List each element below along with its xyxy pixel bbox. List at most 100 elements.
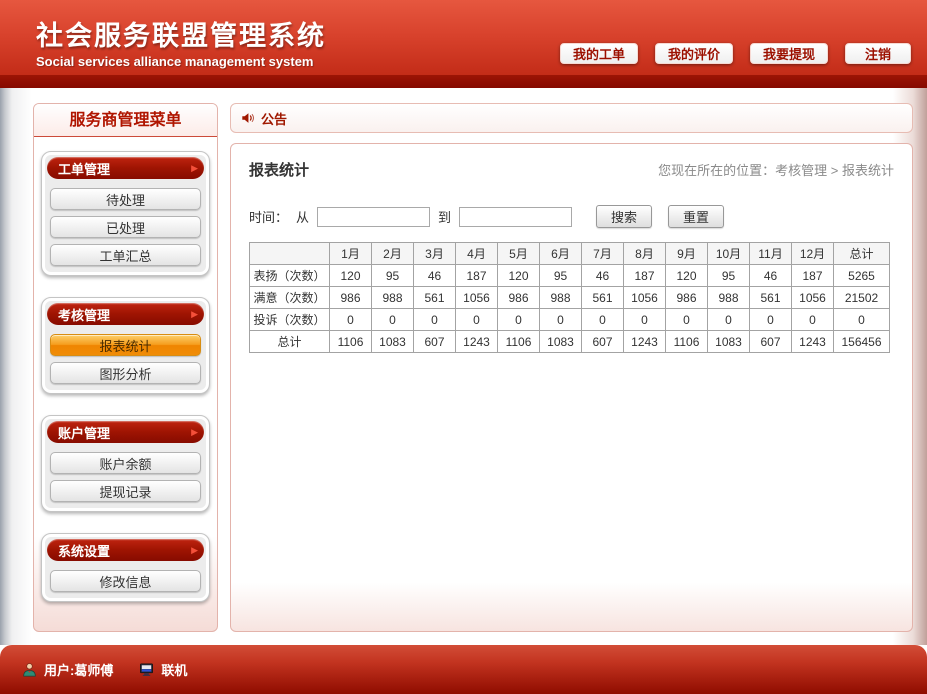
date-to-input[interactable] [459,207,572,227]
table-cell: 1106 [666,331,708,353]
table-header-cell: 5月 [498,243,540,265]
chevron-right-icon: ▶ [191,309,198,320]
table-cell: 1056 [456,287,498,309]
table-cell: 0 [456,309,498,331]
stats-table: 1月2月3月4月5月6月7月8月9月10月11月12月总计 表扬（次数）1209… [249,242,890,353]
sidebar-item[interactable]: 修改信息 [50,570,201,592]
date-from-input[interactable] [317,207,430,227]
table-header-cell: 2月 [372,243,414,265]
table-cell: 0 [834,309,890,331]
table-row-label: 满意（次数） [250,287,330,309]
header: 社会服务联盟管理系统 Social services alliance mana… [0,0,927,75]
table-cell: 156456 [834,331,890,353]
table-row-label: 投诉（次数） [250,309,330,331]
table-cell: 187 [456,265,498,287]
header-button[interactable]: 我要提现 [750,43,828,64]
table-header-cell: 8月 [624,243,666,265]
table-cell: 1083 [540,331,582,353]
sidebar-section-items: 账户余额提现记录 [47,443,204,506]
table-cell: 0 [372,309,414,331]
table-cell: 607 [750,331,792,353]
to-label: 到 [438,207,451,226]
table-cell: 0 [666,309,708,331]
notice-bar[interactable]: 公告 [230,103,913,133]
search-button[interactable]: 搜索 [596,205,652,228]
footer-online-label: 联机 [161,660,187,679]
table-cell: 986 [330,287,372,309]
table-cell: 0 [624,309,666,331]
table-cell: 0 [330,309,372,331]
table-body: 表扬（次数）1209546187120954618712095461875265… [250,265,890,353]
table-cell: 1056 [792,287,834,309]
table-cell: 607 [582,331,624,353]
sidebar-item[interactable]: 账户余额 [50,452,201,474]
sidebar-section-title: 账户管理 [58,423,110,442]
table-cell: 46 [414,265,456,287]
table-cell: 120 [330,265,372,287]
table-header-cell [250,243,330,265]
table-cell: 988 [372,287,414,309]
table-cell: 95 [708,265,750,287]
table-cell: 607 [414,331,456,353]
table-header-cell: 12月 [792,243,834,265]
sidebar-section-header[interactable]: 考核管理▶ [47,303,204,325]
table-cell: 1083 [372,331,414,353]
filter-row: 时间： 从 到 搜索 重置 [249,205,894,228]
footer-user: 用户:葛师傅 [22,660,113,679]
sidebar-section: 系统设置▶ 修改信息 [41,533,210,602]
sidebar-sections: 工单管理▶待处理已处理工单汇总考核管理▶报表统计图形分析账户管理▶账户余额提现记… [34,137,217,602]
sidebar: 服务商管理菜单 工单管理 ▶ 待处理已处理工单汇总考核管理▶ 报表统计图形分析账户管理… [33,103,218,632]
table-cell: 561 [750,287,792,309]
sidebar-section-header[interactable]: 工单管理 ▶ [47,157,204,179]
reset-button[interactable]: 重置 [668,205,724,228]
sidebar-item[interactable]: 报表统计 [50,334,201,356]
sidebar-section-title: 工单管理 [58,159,110,178]
table-cell: 561 [414,287,456,309]
chevron-right-icon: ▶ [191,163,198,174]
table-cell: 986 [498,287,540,309]
sidebar-item[interactable]: 待处理 [50,188,201,210]
speaker-icon [241,111,255,125]
table-cell: 1243 [792,331,834,353]
sidebar-section-items: 待处理已处理工单汇总 [47,179,204,270]
table-cell: 1106 [330,331,372,353]
sidebar-section: 考核管理▶ 报表统计图形分析 [41,297,210,394]
header-divider-strip [0,75,927,88]
table-header-cell: 10月 [708,243,750,265]
sidebar-menu-title: 服务商管理菜单 [34,104,217,137]
sidebar-section: 账户管理▶账户余额提现记录 [41,415,210,512]
sidebar-section-header[interactable]: 系统设置▶ [47,539,204,561]
table-cell: 0 [414,309,456,331]
sidebar-section: 工单管理 ▶ 待处理已处理工单汇总 [41,151,210,276]
table-row: 满意（次数）9869885611056986988561105698698856… [250,287,890,309]
table-cell: 1083 [708,331,750,353]
sidebar-item[interactable]: 提现记录 [50,480,201,502]
table-cell: 0 [498,309,540,331]
header-button[interactable]: 我的评价 [655,43,733,64]
sidebar-section-header[interactable]: 账户管理▶ [47,421,204,443]
table-cell: 46 [750,265,792,287]
table-header-cell: 7月 [582,243,624,265]
table-header-cell: 3月 [414,243,456,265]
header-button[interactable]: 我的工单 [560,43,638,64]
sidebar-item[interactable]: 工单汇总 [50,244,201,266]
table-cell: 120 [498,265,540,287]
user-icon [22,662,37,677]
notice-label: 公告 [261,109,287,128]
footer: 用户:葛师傅 联机 [0,645,927,694]
table-cell: 1243 [456,331,498,353]
sidebar-section-items: 修改信息 [47,561,204,596]
table-row: 投诉（次数）0000000000000 [250,309,890,331]
footer-user-label: 用户:葛师傅 [44,660,113,679]
table-cell: 187 [792,265,834,287]
table-header-cell: 4月 [456,243,498,265]
sidebar-item[interactable]: 已处理 [50,216,201,238]
table-cell: 95 [540,265,582,287]
table-header-cell: 11月 [750,243,792,265]
table-row: 表扬（次数）1209546187120954618712095461875265 [250,265,890,287]
table-header-cell: 1月 [330,243,372,265]
sidebar-item[interactable]: 图形分析 [50,362,201,384]
table-cell: 120 [666,265,708,287]
monitor-icon [139,662,154,677]
header-button[interactable]: 注销 [845,43,911,64]
